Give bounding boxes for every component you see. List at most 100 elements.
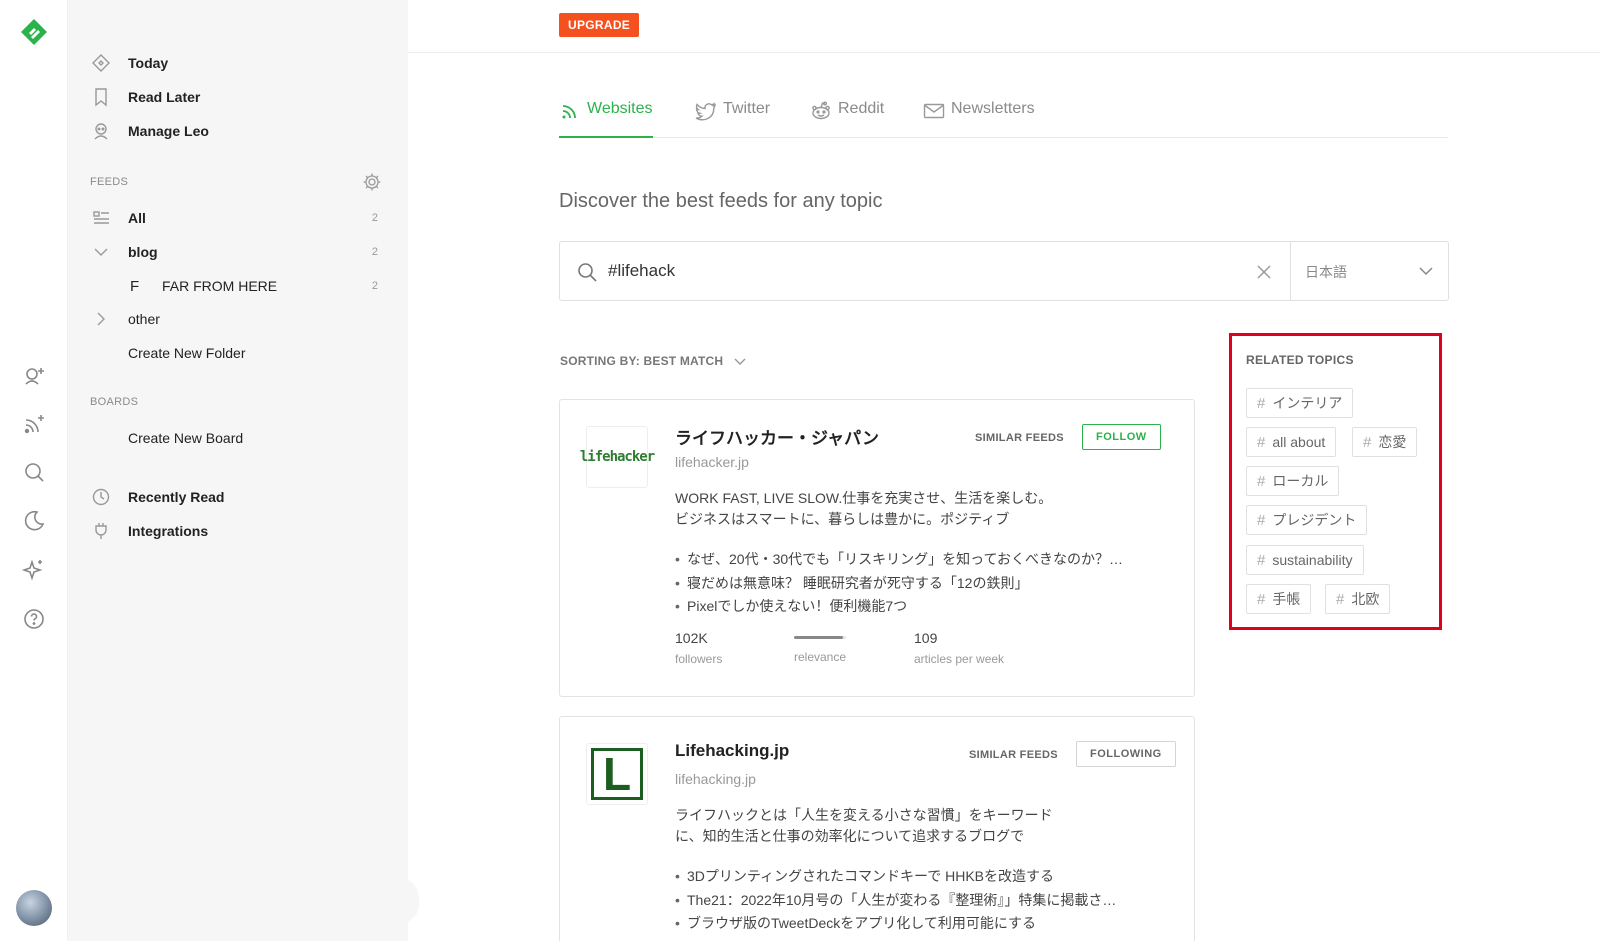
sidebar-item-today[interactable]: Today bbox=[90, 50, 390, 76]
tab-reddit[interactable]: Reddit bbox=[810, 100, 884, 138]
search-icon[interactable] bbox=[20, 458, 48, 486]
topic-chip[interactable]: # 手帳 bbox=[1246, 584, 1312, 614]
article-item[interactable]: なぜ、20代・30代でも「リスキリング」を知っておくべきなのか？… bbox=[675, 548, 1175, 572]
feed-card[interactable]: lifehacker ライフハッカー・ジャパン lifehacker.jp SI… bbox=[559, 399, 1195, 697]
followers-count: 102K bbox=[675, 630, 708, 646]
hash-icon: # bbox=[1257, 590, 1266, 608]
similar-feeds-link[interactable]: SIMILAR FEEDS bbox=[969, 749, 1058, 761]
sidebar-item-integrations[interactable]: Integrations bbox=[90, 518, 390, 544]
sidebar-item-read-later[interactable]: Read Later bbox=[90, 84, 390, 110]
sidebar-item-far-from-here[interactable]: F FAR FROM HERE 2 bbox=[130, 273, 390, 299]
sidebar-item-blog[interactable]: blog 2 bbox=[90, 239, 390, 265]
upgrade-button[interactable]: UPGRADE bbox=[559, 13, 640, 37]
topic-chip[interactable]: # インテリア bbox=[1246, 388, 1354, 418]
sidebar-item-label: Create New Folder bbox=[128, 345, 246, 361]
language-select[interactable]: 日本語 bbox=[1305, 262, 1347, 282]
article-item[interactable]: The21：2022年10月号の「人生が変わる『整理術』」特集に掲載さ… bbox=[675, 889, 1175, 913]
chevron-down-icon[interactable] bbox=[90, 241, 112, 263]
hash-icon: # bbox=[1363, 433, 1372, 451]
feed-card[interactable]: L Lifehacking.jp lifehacking.jp SIMILAR … bbox=[559, 716, 1195, 941]
sidebar-item-label: blog bbox=[128, 244, 158, 260]
chevron-down-icon[interactable] bbox=[1416, 261, 1436, 281]
icon-rail bbox=[0, 0, 68, 941]
sidebar-item-label: Read Later bbox=[128, 89, 201, 105]
sidebar-item-manage-leo[interactable]: Manage Leo bbox=[90, 118, 390, 144]
articles-per-week-count: 109 bbox=[914, 630, 938, 646]
page-title: Discover the best feeds for any topic bbox=[559, 190, 883, 212]
articles-per-week-label: articles per week bbox=[914, 652, 1005, 666]
topic-chip[interactable]: # プレジデント bbox=[1246, 505, 1368, 535]
sidebar-item-recently-read[interactable]: Recently Read bbox=[90, 484, 390, 510]
topic-label: ローカル bbox=[1272, 473, 1329, 489]
sidebar-item-label: other bbox=[128, 311, 160, 327]
tab-twitter[interactable]: Twitter bbox=[695, 100, 770, 138]
lifehacking-logo: L bbox=[591, 748, 643, 800]
add-feed-icon[interactable] bbox=[20, 410, 48, 438]
tab-websites[interactable]: Websites bbox=[559, 100, 653, 138]
feedly-logo-icon[interactable] bbox=[18, 16, 50, 48]
topic-label: all about bbox=[1272, 434, 1326, 450]
sidebar-item-all[interactable]: All 2 bbox=[90, 205, 390, 231]
clock-icon bbox=[90, 486, 112, 508]
topic-label: プレジデント bbox=[1272, 512, 1357, 528]
create-board-link[interactable]: Create New Board bbox=[128, 425, 428, 451]
lifehacker-logo-text: lifehacker bbox=[579, 449, 655, 465]
relevance-stat: relevance bbox=[794, 636, 846, 664]
unread-count: 2 bbox=[371, 212, 378, 224]
rss-icon bbox=[559, 100, 581, 122]
sorting-label: SORTING BY: BEST MATCH bbox=[560, 354, 724, 368]
hash-icon: # bbox=[1336, 590, 1345, 608]
feed-title[interactable]: Lifehacking.jp bbox=[675, 741, 789, 761]
following-button[interactable]: FOLLOWING bbox=[1076, 741, 1176, 767]
tab-newsletters[interactable]: Newsletters bbox=[923, 100, 1035, 138]
gear-icon[interactable] bbox=[362, 172, 382, 192]
topic-chip[interactable]: # all about bbox=[1246, 427, 1337, 457]
topic-chip[interactable]: # 恋愛 bbox=[1352, 427, 1418, 457]
topic-chip[interactable]: # ローカル bbox=[1246, 466, 1340, 496]
tab-label: Websites bbox=[587, 100, 653, 117]
bookmark-icon bbox=[90, 86, 112, 108]
sidebar-item-other[interactable]: other bbox=[90, 306, 390, 332]
unread-count: 2 bbox=[371, 280, 378, 292]
article-item[interactable]: Pixelでしか使えない！便利機能7つ bbox=[675, 595, 1175, 619]
sidebar-item-label: All bbox=[128, 210, 146, 226]
topic-chip[interactable]: # sustainability bbox=[1246, 545, 1364, 575]
follow-button[interactable]: FOLLOW bbox=[1082, 424, 1161, 450]
feed-logo: lifehacker bbox=[580, 426, 655, 488]
twitter-icon bbox=[695, 100, 717, 122]
sidebar-item-label: Integrations bbox=[128, 523, 209, 539]
similar-feeds-link[interactable]: SIMILAR FEEDS bbox=[975, 432, 1064, 444]
topic-chip[interactable]: # 北欧 bbox=[1325, 584, 1391, 614]
sidebar-item-label: Recently Read bbox=[128, 489, 225, 505]
feed-domain: lifehacker.jp bbox=[675, 454, 749, 470]
hash-icon: # bbox=[1257, 551, 1266, 569]
sidebar-item-label: FAR FROM HERE bbox=[162, 278, 278, 294]
article-item[interactable]: 3Dプリンティングされたコマンドキーで HHKBを改造する bbox=[675, 865, 1175, 889]
related-topics-panel: RELATED TOPICS # インテリア # all about # 恋愛 # ロー… bbox=[1229, 333, 1442, 630]
chevron-right-icon[interactable] bbox=[90, 308, 112, 330]
article-item[interactable]: 寝だめは無意味？ 睡眠研究者が死守する「12の鉄則」 bbox=[675, 572, 1175, 596]
search-input[interactable] bbox=[608, 256, 1208, 286]
header-divider bbox=[408, 52, 1600, 53]
feed-description: WORK FAST, LIVE SLOW.仕事を充実させ、生活を楽しむ。ビジネス… bbox=[675, 490, 1053, 527]
create-folder-link[interactable]: Create New Folder bbox=[128, 340, 428, 366]
sidebar-collapse-tab[interactable] bbox=[399, 878, 419, 924]
night-mode-icon[interactable] bbox=[20, 507, 48, 535]
close-icon[interactable] bbox=[1253, 261, 1275, 283]
feed-title[interactable]: ライフハッカー・ジャパン bbox=[675, 424, 879, 449]
topic-label: 恋愛 bbox=[1378, 434, 1407, 450]
add-leo-icon[interactable] bbox=[20, 362, 48, 390]
topic-label: sustainability bbox=[1272, 552, 1353, 568]
search-bar: 日本語 bbox=[559, 241, 1449, 301]
hash-icon: # bbox=[1257, 472, 1266, 490]
help-icon[interactable] bbox=[20, 605, 48, 633]
source-tabs: Websites Twitter Reddit Newsletters bbox=[559, 100, 1448, 138]
article-item[interactable]: ブラウザ版のTweetDeckをアプリ化して利用可能にする bbox=[675, 912, 1175, 936]
user-avatar[interactable] bbox=[16, 890, 52, 926]
list-icon bbox=[90, 207, 112, 229]
sparkle-icon[interactable] bbox=[20, 556, 48, 584]
tab-label: Twitter bbox=[723, 100, 771, 117]
related-topics-title: RELATED TOPICS bbox=[1246, 353, 1354, 367]
hash-icon: # bbox=[1257, 394, 1266, 412]
sorting-dropdown[interactable]: SORTING BY: BEST MATCH bbox=[560, 354, 747, 368]
